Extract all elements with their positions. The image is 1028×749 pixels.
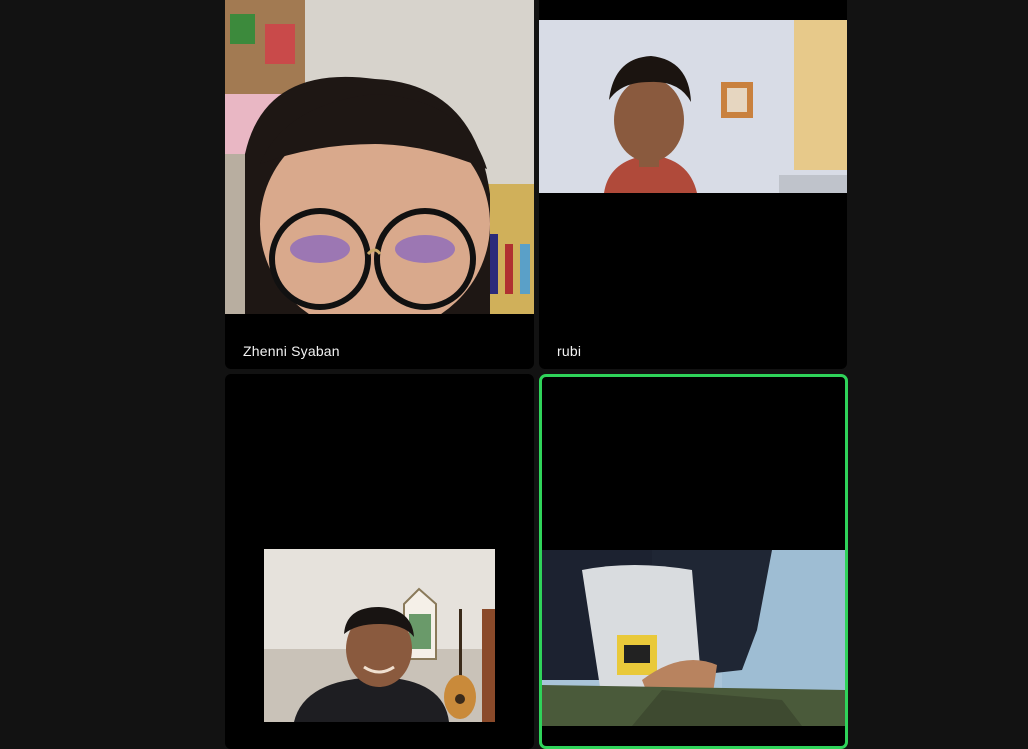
participant-name: rubi: [557, 343, 582, 359]
participant-video: [225, 0, 534, 314]
participant-video: [539, 20, 847, 193]
participant-video: [264, 549, 495, 722]
participant-tile-rubi[interactable]: rubi: [539, 0, 847, 369]
participant-video: [542, 550, 845, 726]
participant-tile-active-speaker[interactable]: [539, 374, 848, 749]
participant-tile-zhenni-syaban[interactable]: Zhenni Syaban: [225, 0, 534, 369]
participant-tile-3[interactable]: [225, 374, 534, 749]
participant-name: Zhenni Syaban: [243, 343, 340, 359]
